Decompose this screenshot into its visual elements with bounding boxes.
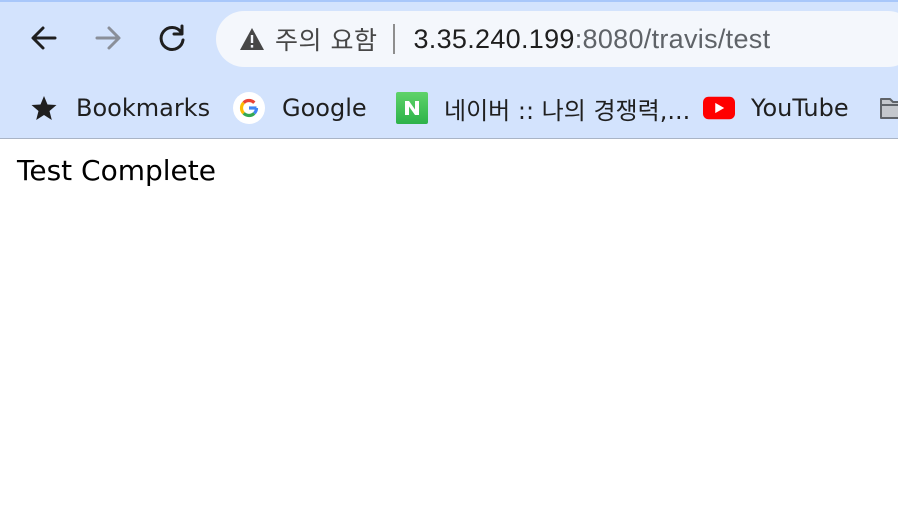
forward-button[interactable] xyxy=(86,16,130,60)
url-text[interactable]: 3.35.240.199:8080/travis/test xyxy=(413,24,770,55)
bookmark-label: Bookmarks xyxy=(76,94,211,122)
bookmarks-bar: Bookmarks Google 네이버:: 나의 경쟁력,... YouTu… xyxy=(0,78,898,138)
bookmark-label: YouTube xyxy=(751,94,849,122)
url-path: :8080/travis/test xyxy=(574,23,771,54)
omnibox-divider xyxy=(393,24,396,54)
star-icon xyxy=(28,92,60,124)
address-bar[interactable]: 주의 요함 3.35.240.199:8080/travis/test xyxy=(216,11,898,67)
bookmark-folder[interactable] xyxy=(877,78,898,138)
security-status-label[interactable]: 주의 요함 xyxy=(275,21,377,57)
bookmark-label: 네이버 :: 나의 경쟁력,... xyxy=(444,96,691,125)
bookmark-label: Google xyxy=(282,94,367,122)
folder-icon xyxy=(877,92,898,124)
browser-chrome: 주의 요함 3.35.240.199:8080/travis/test Book… xyxy=(0,0,898,139)
bookmark-youtube[interactable]: YouTube xyxy=(703,78,849,138)
naver-logo-icon xyxy=(396,92,428,124)
google-logo-icon xyxy=(233,92,265,124)
bookmark-bookmarks[interactable]: Bookmarks xyxy=(28,78,210,138)
back-button[interactable] xyxy=(22,16,66,60)
browser-toolbar: 주의 요함 3.35.240.199:8080/travis/test xyxy=(0,2,898,76)
arrow-right-icon xyxy=(95,26,121,50)
page-body-text: Test Complete xyxy=(17,154,216,187)
bookmark-naver[interactable]: 네이버 :: 나의 경쟁력,... xyxy=(396,78,690,138)
reload-button[interactable] xyxy=(150,16,194,60)
arrow-left-icon xyxy=(31,26,57,50)
warning-triangle-icon[interactable] xyxy=(239,26,265,52)
url-host: 3.35.240.199 xyxy=(413,23,575,54)
youtube-logo-icon xyxy=(703,92,735,124)
reload-icon xyxy=(159,24,185,51)
bookmark-google[interactable]: Google xyxy=(233,78,367,138)
